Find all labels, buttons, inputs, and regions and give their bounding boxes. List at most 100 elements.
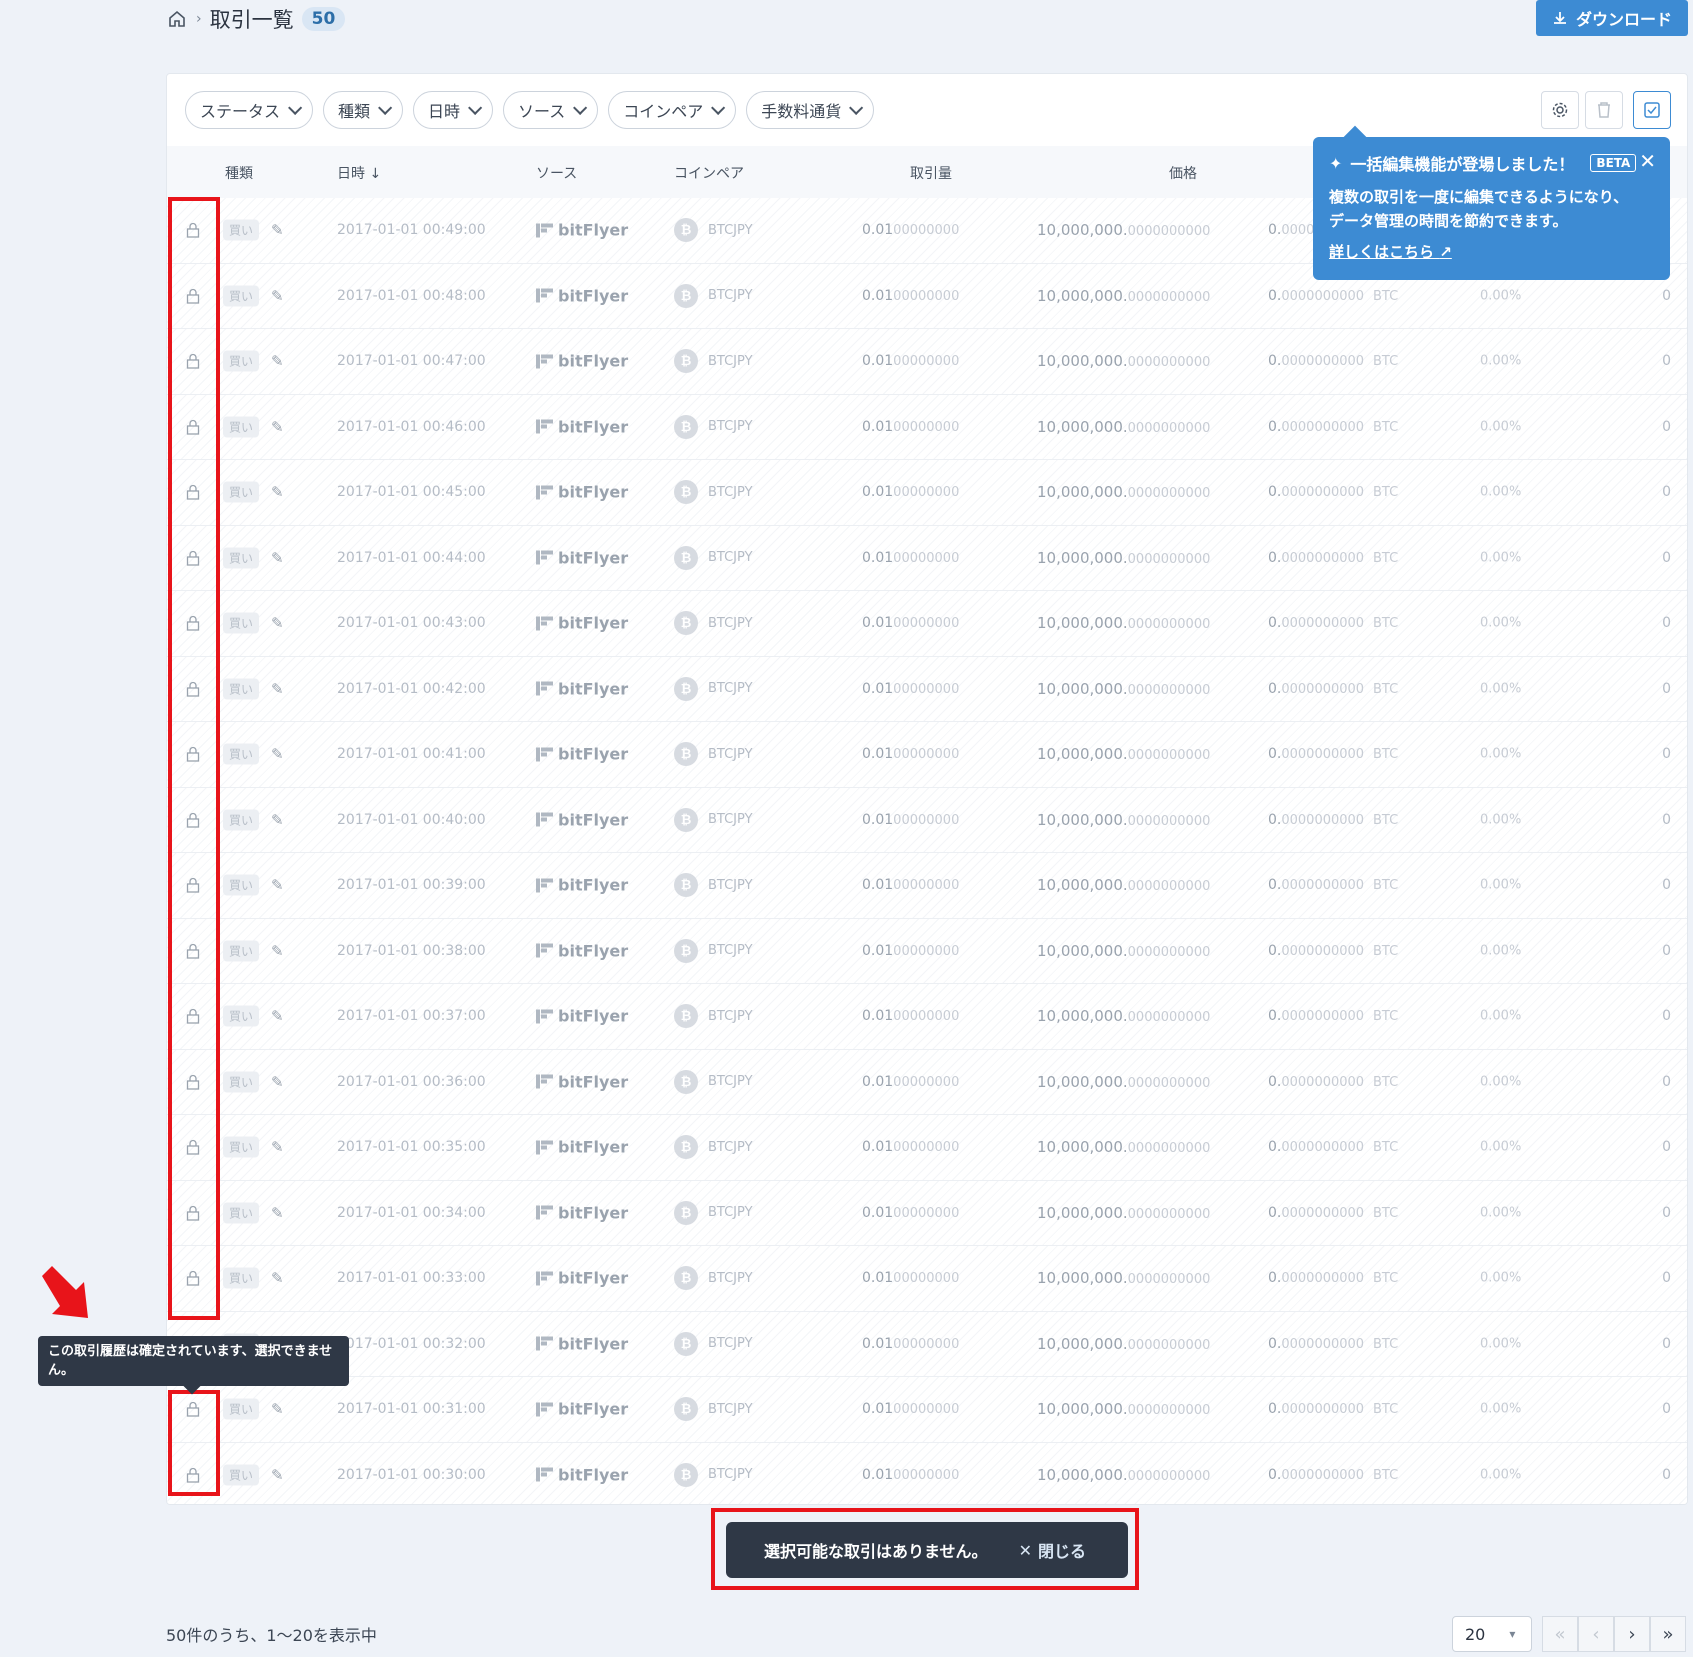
coinpair-label: BTCJPY — [708, 1401, 753, 1417]
fee-currency: BTC — [1372, 747, 1399, 763]
edit-icon[interactable]: ✎ — [271, 1269, 284, 1287]
row-coinpair: ₿ BTCJPY — [674, 349, 753, 374]
column-amount[interactable]: 取引量 — [910, 163, 952, 183]
price-main: 10,000,000. — [1037, 679, 1128, 698]
row-price: 10,000,000.0000000000 — [1037, 418, 1210, 436]
source-label: bitFlyer — [558, 1399, 629, 1419]
table-row[interactable]: 買い ✎ 2017-01-01 00:46:00 bitFlyer ₿ BTCJ… — [167, 394, 1687, 460]
page-size-select[interactable]: 20 ▾ — [1452, 1616, 1532, 1652]
row-date: 2017-01-01 00:30:00 — [337, 1466, 486, 1483]
amount-tail: 00000000 — [893, 1271, 960, 1287]
price-tail: 0000000000 — [1127, 1141, 1211, 1157]
table-row[interactable]: 買い ✎ 2017-01-01 00:41:00 bitFlyer ₿ BTCJ… — [167, 722, 1687, 788]
amount-tail: 00000000 — [893, 1074, 960, 1090]
home-icon[interactable] — [166, 8, 188, 30]
table-row[interactable]: 買い ✎ 2017-01-01 00:42:00 bitFlyer ₿ BTCJ… — [167, 656, 1687, 722]
table-row[interactable]: 買い ✎ 2017-01-01 00:35:00 bitFlyer ₿ BTCJ… — [167, 1115, 1687, 1181]
external-link-icon: ↗ — [1439, 243, 1452, 261]
toast-close-button[interactable]: ✕ 閉じる — [1019, 1538, 1086, 1562]
table-row[interactable]: 買い ✎ 2017-01-01 00:45:00 bitFlyer ₿ BTCJ… — [167, 460, 1687, 526]
filter-label: ソース — [518, 102, 566, 121]
table-row[interactable]: 買い ✎ 2017-01-01 00:31:00 bitFlyer ₿ BTCJ… — [167, 1377, 1687, 1443]
bitflyer-logo-icon — [536, 876, 554, 894]
table-row[interactable]: 買い ✎ 2017-01-01 00:37:00 bitFlyer ₿ BTCJ… — [167, 984, 1687, 1050]
table-row[interactable]: 買い ✎ 2017-01-01 00:40:00 bitFlyer ₿ BTCJ… — [167, 787, 1687, 853]
table-row[interactable]: 買い ✎ 2017-01-01 00:39:00 bitFlyer ₿ BTCJ… — [167, 853, 1687, 919]
next-page-button[interactable]: › — [1614, 1616, 1650, 1652]
edit-icon[interactable]: ✎ — [271, 287, 284, 305]
filter-status[interactable]: ステータス — [185, 91, 314, 129]
table-body: 買い ✎ 2017-01-01 00:49:00 bitFlyer ₿ BTCJ… — [167, 198, 1687, 1504]
edit-icon[interactable]: ✎ — [271, 942, 284, 960]
download-button[interactable]: ダウンロード — [1536, 0, 1688, 36]
source-label: bitFlyer — [558, 1137, 629, 1157]
source-label: bitFlyer — [558, 286, 629, 306]
bulk-select-button[interactable] — [1633, 91, 1671, 129]
table-row[interactable]: 買い ✎ 2017-01-01 00:44:00 bitFlyer ₿ BTCJ… — [167, 525, 1687, 591]
fee-main: 0. — [1268, 1139, 1282, 1156]
edit-icon[interactable]: ✎ — [271, 1466, 284, 1484]
filter-source[interactable]: ソース — [503, 91, 599, 129]
column-price[interactable]: 価格 — [1169, 163, 1197, 183]
first-page-button[interactable]: « — [1542, 1616, 1578, 1652]
edit-icon[interactable]: ✎ — [271, 549, 284, 567]
price-main: 10,000,000. — [1037, 417, 1128, 436]
table-row[interactable]: 買い ✎ 2017-01-01 00:43:00 bitFlyer ₿ BTCJ… — [167, 591, 1687, 657]
bitcoin-icon: ₿ — [674, 480, 698, 505]
bitflyer-logo-icon — [536, 1335, 554, 1353]
filter-type[interactable]: 種類 — [323, 91, 404, 129]
settings-button[interactable] — [1541, 91, 1579, 129]
edit-icon[interactable]: ✎ — [271, 745, 284, 763]
edit-icon[interactable]: ✎ — [271, 614, 284, 632]
table-row[interactable]: 買い ✎ 2017-01-01 00:38:00 bitFlyer ₿ BTCJ… — [167, 918, 1687, 984]
bitflyer-logo-icon — [536, 680, 554, 698]
edit-icon[interactable]: ✎ — [271, 352, 284, 370]
column-source[interactable]: ソース — [536, 163, 577, 183]
edit-icon[interactable]: ✎ — [271, 483, 284, 501]
close-icon[interactable]: ✕ — [1639, 149, 1656, 173]
bitflyer-logo-icon — [536, 1400, 554, 1418]
price-main: 10,000,000. — [1037, 286, 1128, 305]
fee-currency: BTC — [1372, 550, 1399, 566]
edit-icon[interactable]: ✎ — [271, 1007, 284, 1025]
filter-coinpair[interactable]: コインペア — [608, 91, 737, 129]
row-price: 10,000,000.0000000000 — [1037, 483, 1210, 501]
chevron-down-icon — [288, 100, 303, 115]
filter-date[interactable]: 日時 — [413, 91, 494, 129]
row-price: 10,000,000.0000000000 — [1037, 287, 1210, 305]
edit-icon[interactable]: ✎ — [271, 876, 284, 894]
row-date: 2017-01-01 00:32:00 — [337, 1335, 486, 1352]
edit-icon[interactable]: ✎ — [271, 1400, 284, 1418]
last-page-button[interactable]: » — [1650, 1616, 1686, 1652]
row-source: bitFlyer — [536, 483, 628, 502]
table-row[interactable]: 買い ✎ 2017-01-01 00:34:00 bitFlyer ₿ BTCJ… — [167, 1180, 1687, 1246]
fee-main: 0. — [1268, 1335, 1282, 1352]
fee-currency: BTC — [1372, 1205, 1399, 1221]
price-tail: 0000000000 — [1127, 944, 1211, 960]
table-row[interactable]: 買い ✎ 2017-01-01 00:33:00 bitFlyer ₿ BTCJ… — [167, 1246, 1687, 1312]
column-coinpair[interactable]: コインペア — [674, 163, 744, 183]
fee-tail: 0000000000 — [1281, 1205, 1365, 1221]
edit-icon[interactable]: ✎ — [271, 418, 284, 436]
edit-icon[interactable]: ✎ — [271, 680, 284, 698]
table-row[interactable]: 買い ✎ 2017-01-01 00:32:00 bitFlyer ₿ BTCJ… — [167, 1311, 1687, 1377]
filter-fee-currency[interactable]: 手数料通貨 — [746, 91, 875, 129]
row-price: 10,000,000.0000000000 — [1037, 1007, 1210, 1025]
edit-icon[interactable]: ✎ — [271, 811, 284, 829]
column-type[interactable]: 種類 — [225, 163, 253, 183]
amount-main: 0.01 — [862, 287, 894, 304]
column-date[interactable]: 日時 ↓ — [337, 163, 381, 183]
table-row[interactable]: 買い ✎ 2017-01-01 00:36:00 bitFlyer ₿ BTCJ… — [167, 1049, 1687, 1115]
price-tail: 0000000000 — [1127, 355, 1211, 371]
row-date: 2017-01-01 00:43:00 — [337, 615, 486, 632]
table-row[interactable]: 買い ✎ 2017-01-01 00:30:00 bitFlyer ₿ BTCJ… — [167, 1442, 1687, 1504]
prev-page-button[interactable]: ‹ — [1578, 1616, 1614, 1652]
edit-icon[interactable]: ✎ — [271, 221, 284, 239]
learn-more-link[interactable]: 詳しくはこちら ↗ — [1329, 241, 1654, 262]
edit-icon[interactable]: ✎ — [271, 1073, 284, 1091]
table-row[interactable]: 買い ✎ 2017-01-01 00:47:00 bitFlyer ₿ BTCJ… — [167, 329, 1687, 395]
type-badge: 買い — [223, 809, 260, 831]
edit-icon[interactable]: ✎ — [271, 1204, 284, 1222]
delete-button[interactable] — [1585, 91, 1623, 129]
edit-icon[interactable]: ✎ — [271, 1138, 284, 1156]
